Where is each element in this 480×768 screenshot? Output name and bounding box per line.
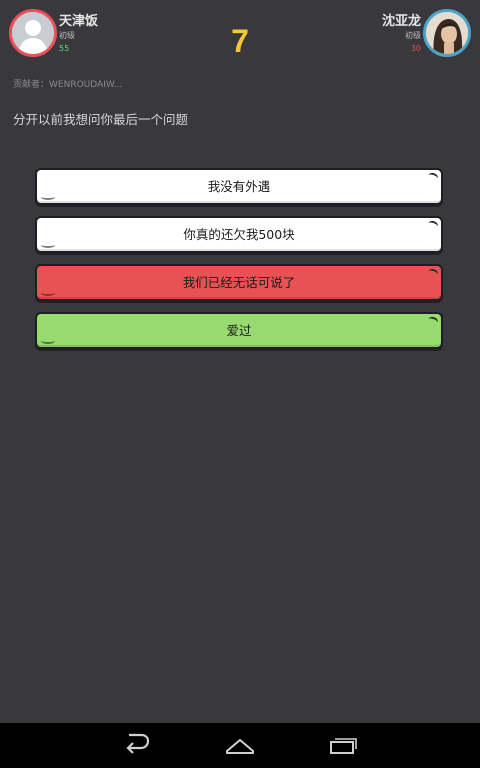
player-left-name: 天津饭 xyxy=(59,14,99,29)
match-header: 天津饭 初级 55 7 沈亚龙 初级 30 xyxy=(0,0,480,70)
player-right-score: 30 xyxy=(410,44,421,53)
answer-option-3-label: 我们已经无话可说了 xyxy=(182,275,296,290)
player-left-score: 55 xyxy=(59,44,70,53)
home-icon xyxy=(226,739,254,754)
recent-apps-icon xyxy=(330,738,357,754)
player-left-level: 初级 xyxy=(59,31,75,40)
answer-option-2-label: 你真的还欠我500块 xyxy=(183,227,295,242)
paper-curl-decoration xyxy=(41,242,55,248)
answer-option-4-correct[interactable]: 爱过 xyxy=(35,312,443,349)
answer-option-4-label: 爱过 xyxy=(226,323,252,338)
paper-curl-decoration xyxy=(426,219,440,231)
paper-curl-decoration xyxy=(426,171,440,183)
answer-option-3-wrong[interactable]: 我们已经无话可说了 xyxy=(35,264,443,301)
question-contributor: 贡献者：WENROUDAIW... xyxy=(13,80,123,90)
answer-option-1-label: 我没有外遇 xyxy=(207,179,271,194)
game-screen: 天津饭 初级 55 7 沈亚龙 初级 30 贡献者：WENROUDAIW... … xyxy=(0,0,480,768)
recent-apps-button[interactable] xyxy=(313,723,373,768)
system-navigation-bar xyxy=(0,723,480,768)
home-button[interactable] xyxy=(210,723,270,768)
player-left-avatar[interactable] xyxy=(9,9,57,57)
paper-curl-decoration xyxy=(426,267,440,279)
answer-option-1[interactable]: 我没有外遇 xyxy=(35,168,443,205)
answer-option-2[interactable]: 你真的还欠我500块 xyxy=(35,216,443,253)
paper-curl-decoration xyxy=(426,315,440,327)
paper-curl-decoration xyxy=(41,338,55,344)
player-right-name: 沈亚龙 xyxy=(381,14,421,29)
back-icon xyxy=(126,733,150,754)
user-photo-icon xyxy=(426,12,468,54)
default-user-icon xyxy=(12,12,54,54)
player-right-avatar[interactable] xyxy=(423,9,471,57)
paper-curl-decoration xyxy=(41,194,55,200)
player-right-level: 初级 xyxy=(405,31,421,40)
countdown-timer: 7 xyxy=(231,23,249,59)
paper-curl-decoration xyxy=(41,290,55,296)
back-button[interactable] xyxy=(108,723,168,768)
question-text: 分开以前我想问你最后一个问题 xyxy=(13,112,189,127)
